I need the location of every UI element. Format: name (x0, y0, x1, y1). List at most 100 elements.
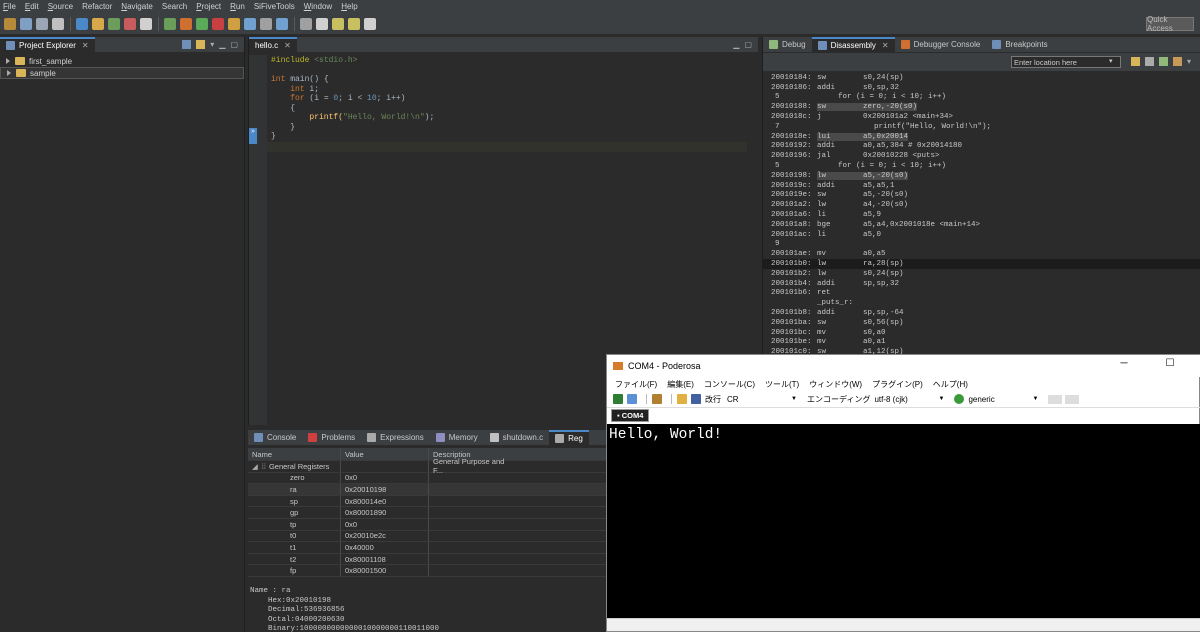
run-icon[interactable] (124, 17, 136, 30)
save-icon[interactable] (691, 394, 701, 404)
disassembly-line[interactable]: 200101ac: li a5,0 (763, 230, 1200, 240)
tab-hello-c[interactable]: hello.c ✕ (249, 36, 297, 53)
forward-icon[interactable] (364, 17, 376, 30)
menu-run[interactable]: Run (230, 2, 245, 11)
pin-icon[interactable] (316, 17, 328, 30)
serial-icon[interactable] (652, 394, 662, 404)
register-row-zero[interactable]: zero 0x0 (248, 472, 606, 485)
disassembly-line[interactable]: 200101b6: ret (763, 289, 1200, 299)
poderosa-menu-item[interactable]: ファイル(F) (615, 379, 657, 390)
instruction-step-icon[interactable] (276, 17, 288, 30)
tab-console[interactable]: Console (248, 430, 302, 446)
next-annotation-icon[interactable] (332, 17, 344, 30)
register-row-tp[interactable]: tp 0x0 (248, 518, 606, 531)
resume-icon[interactable] (164, 17, 176, 30)
disassembly-line[interactable]: 7 printf("Hello, World!\n"); (763, 122, 1200, 132)
disassembly-line[interactable]: 2001018c: j 0x200101a2 <main+34> (763, 112, 1200, 122)
tab-memory[interactable]: Memory (430, 430, 484, 446)
close-icon[interactable]: ✕ (882, 41, 889, 50)
poderosa-menu-item[interactable]: ヘルプ(H) (933, 379, 968, 390)
suspend-icon[interactable] (180, 17, 192, 30)
disassembly-line[interactable]: 200101ae: mv a0,a5 (763, 249, 1200, 259)
collapse-all-icon[interactable] (182, 40, 192, 49)
expand-icon[interactable] (7, 70, 11, 76)
register-value[interactable]: 0x800014e0 (340, 495, 428, 507)
disassembly-line[interactable]: 9 (763, 240, 1200, 250)
location-input[interactable]: Enter location here (1011, 56, 1121, 68)
poderosa-menu-item[interactable]: ツール(T) (765, 379, 799, 390)
tree-item-first-sample[interactable]: first_sample (0, 55, 244, 67)
back-icon[interactable] (348, 17, 360, 30)
tab-breakpoints[interactable]: Breakpoints (986, 37, 1053, 53)
menu-source[interactable]: Source (48, 2, 73, 11)
close-icon[interactable]: ✕ (284, 41, 291, 50)
tab-debug[interactable]: Debug (763, 37, 812, 53)
disassembly-line[interactable]: 200101a8: bge a5,a4,0x2001018e <main+14> (763, 220, 1200, 230)
register-group-row[interactable]: ◢ ⁞⁞ General Registers General Purpose and… (248, 457, 606, 475)
disassembly-line[interactable]: 2001018e: lui a5,0x20014 (763, 132, 1200, 142)
expand-icon[interactable] (6, 58, 10, 64)
menu-file[interactable]: File (3, 2, 16, 11)
disassembly-line[interactable]: 20010192: addi a0,a5,384 # 0x20014180 (763, 142, 1200, 152)
tab-reg[interactable]: Reg (549, 429, 589, 446)
minimize-button[interactable]: ─ (1109, 358, 1139, 372)
register-value[interactable]: 0x80001500 (340, 565, 428, 576)
disassembly-line[interactable]: 200101b0: lw ra,28(sp) (763, 259, 1200, 269)
tab-debugger-console[interactable]: Debugger Console (895, 37, 987, 53)
menu-help[interactable]: Help (341, 2, 357, 11)
menu-search[interactable]: Search (162, 2, 187, 11)
terminate-icon[interactable] (196, 17, 208, 30)
menu-refactor[interactable]: Refactor (82, 2, 112, 11)
register-value[interactable]: 0x0 (340, 518, 428, 530)
poderosa-menu-item[interactable]: 編集(E) (667, 379, 694, 390)
save-all-icon[interactable] (36, 17, 48, 30)
menu-sifivetools[interactable]: SiFiveTools (254, 2, 295, 11)
refresh-icon[interactable] (300, 17, 312, 30)
disassembly-line[interactable]: 20010196: jal 0x20010228 <puts> (763, 151, 1200, 161)
register-row-sp[interactable]: sp 0x800014e0 (248, 495, 606, 508)
maximize-icon[interactable]: ▢ (230, 40, 238, 49)
new-connection-icon[interactable] (613, 394, 623, 404)
dropdown-icon[interactable]: ▾ (1109, 57, 1113, 65)
maximize-button[interactable]: ☐ (1155, 358, 1185, 372)
disassembly-line[interactable]: 20010188: sw zero,-20(s0) (763, 102, 1200, 112)
encoding-select[interactable]: utf-8 (cjk) ▼ (874, 395, 944, 404)
register-value[interactable]: 0x20010e2c (340, 530, 428, 542)
disassembly-line[interactable]: 200101a6: li a5,9 (763, 210, 1200, 220)
build-icon[interactable] (92, 17, 104, 30)
register-value[interactable]: 0x0 (340, 472, 428, 484)
tree-item-sample[interactable]: sample (0, 67, 244, 79)
newline-select[interactable]: CR ▼ (727, 395, 797, 404)
close-icon[interactable]: ✕ (82, 41, 89, 50)
disassembly-line[interactable]: 5 for (i = 0; i < 10; i++) (763, 161, 1200, 171)
debug-icon[interactable] (108, 17, 120, 30)
disassembly-line[interactable]: 20010186: addi s0,sp,32 (763, 83, 1200, 93)
disassembly-line[interactable]: 200101b8: addi sp,sp,-64 (763, 308, 1200, 318)
register-row-t1[interactable]: t1 0x40000 (248, 542, 606, 554)
register-row-t0[interactable]: t0 0x20010e2c (248, 530, 606, 543)
tab-project-explorer[interactable]: Project Explorer ✕ (0, 36, 95, 53)
disassembly-line[interactable]: 200101be: mv a0,a1 (763, 338, 1200, 348)
collapse-icon[interactable]: ◢ (252, 462, 258, 471)
disassembly-line[interactable]: 20010198: lw a5,-20(s0) (763, 171, 1200, 181)
view-menu-icon[interactable]: ▾ (210, 40, 214, 49)
refresh-icon[interactable] (1159, 57, 1168, 66)
menu-navigate[interactable]: Navigate (121, 2, 153, 11)
terminal-type-select[interactable]: generic ▼ (968, 395, 1038, 404)
external-tools-icon[interactable] (140, 17, 152, 30)
disassembly-line[interactable]: 2001019c: addi a5,a5,1 (763, 181, 1200, 191)
disassembly-line[interactable]: 2001019e: sw a5,-20(s0) (763, 191, 1200, 201)
tab-shutdown-c[interactable]: shutdown.c (484, 430, 549, 446)
menu-edit[interactable]: Edit (25, 2, 39, 11)
poderosa-menu-item[interactable]: コンソール(C) (704, 379, 755, 390)
register-row-t2[interactable]: t2 0x80001108 (248, 553, 606, 566)
print-icon[interactable] (52, 17, 64, 30)
menu-window[interactable]: Window (304, 2, 332, 11)
poderosa-menu-item[interactable]: ウィンドウ(W) (809, 379, 862, 390)
toolbar-extra-icon[interactable] (1048, 394, 1063, 404)
quick-access-field[interactable]: Quick Access (1146, 15, 1194, 33)
header-value[interactable]: Value (340, 448, 428, 460)
step-return-icon[interactable] (260, 17, 272, 30)
disassembly-line[interactable]: 200101bc: mv s0,a0 (763, 328, 1200, 338)
register-value[interactable]: 0x20010198 (340, 484, 428, 495)
